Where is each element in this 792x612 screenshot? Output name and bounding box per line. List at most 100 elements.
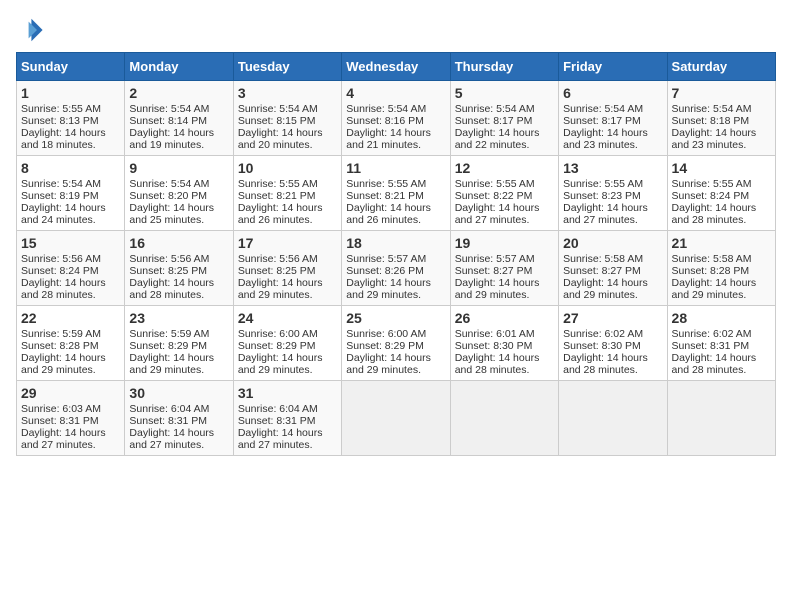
day-number: 3 bbox=[238, 85, 337, 101]
col-header-thursday: Thursday bbox=[450, 53, 558, 81]
day-info-line: Daylight: 14 hours bbox=[672, 202, 771, 214]
day-info-line: and 26 minutes. bbox=[346, 214, 445, 226]
day-info-line: Daylight: 14 hours bbox=[238, 127, 337, 139]
day-info-line: Daylight: 14 hours bbox=[21, 277, 120, 289]
day-info-line: Sunrise: 5:55 AM bbox=[238, 178, 337, 190]
day-info-line: Sunset: 8:15 PM bbox=[238, 115, 337, 127]
day-number: 16 bbox=[129, 235, 228, 251]
day-info-line: Daylight: 14 hours bbox=[21, 127, 120, 139]
day-info-line: Sunrise: 5:55 AM bbox=[21, 103, 120, 115]
day-info-line: and 28 minutes. bbox=[455, 364, 554, 376]
day-info-line: Sunset: 8:20 PM bbox=[129, 190, 228, 202]
day-info-line: and 29 minutes. bbox=[346, 364, 445, 376]
day-info-line: Sunset: 8:29 PM bbox=[129, 340, 228, 352]
day-info-line: Sunrise: 6:00 AM bbox=[238, 328, 337, 340]
calendar-cell: 6Sunrise: 5:54 AMSunset: 8:17 PMDaylight… bbox=[559, 81, 667, 156]
calendar-cell: 4Sunrise: 5:54 AMSunset: 8:16 PMDaylight… bbox=[342, 81, 450, 156]
calendar-cell bbox=[667, 381, 775, 456]
day-info-line: Daylight: 14 hours bbox=[21, 202, 120, 214]
calendar-cell: 29Sunrise: 6:03 AMSunset: 8:31 PMDayligh… bbox=[17, 381, 125, 456]
day-info-line: Sunrise: 6:02 AM bbox=[563, 328, 662, 340]
day-info-line: Daylight: 14 hours bbox=[21, 427, 120, 439]
day-number: 26 bbox=[455, 310, 554, 326]
calendar-cell: 14Sunrise: 5:55 AMSunset: 8:24 PMDayligh… bbox=[667, 156, 775, 231]
day-info-line: and 29 minutes. bbox=[238, 289, 337, 301]
day-info-line: Sunrise: 5:54 AM bbox=[672, 103, 771, 115]
day-info-line: Sunset: 8:28 PM bbox=[21, 340, 120, 352]
day-info-line: and 27 minutes. bbox=[455, 214, 554, 226]
calendar-cell: 22Sunrise: 5:59 AMSunset: 8:28 PMDayligh… bbox=[17, 306, 125, 381]
week-row-4: 22Sunrise: 5:59 AMSunset: 8:28 PMDayligh… bbox=[17, 306, 776, 381]
day-info-line: Daylight: 14 hours bbox=[238, 427, 337, 439]
calendar-cell: 19Sunrise: 5:57 AMSunset: 8:27 PMDayligh… bbox=[450, 231, 558, 306]
day-info-line: Sunrise: 5:55 AM bbox=[455, 178, 554, 190]
day-info-line: Daylight: 14 hours bbox=[672, 352, 771, 364]
day-info-line: Sunset: 8:30 PM bbox=[563, 340, 662, 352]
day-info-line: Sunrise: 5:55 AM bbox=[346, 178, 445, 190]
day-number: 5 bbox=[455, 85, 554, 101]
day-info-line: Daylight: 14 hours bbox=[563, 352, 662, 364]
week-row-1: 1Sunrise: 5:55 AMSunset: 8:13 PMDaylight… bbox=[17, 81, 776, 156]
day-info-line: Sunrise: 5:55 AM bbox=[672, 178, 771, 190]
day-info-line: Sunrise: 6:01 AM bbox=[455, 328, 554, 340]
day-info-line: and 27 minutes. bbox=[238, 439, 337, 451]
col-header-sunday: Sunday bbox=[17, 53, 125, 81]
calendar-cell: 1Sunrise: 5:55 AMSunset: 8:13 PMDaylight… bbox=[17, 81, 125, 156]
day-info-line: and 29 minutes. bbox=[21, 364, 120, 376]
day-info-line: and 28 minutes. bbox=[21, 289, 120, 301]
col-header-friday: Friday bbox=[559, 53, 667, 81]
day-info-line: Daylight: 14 hours bbox=[346, 277, 445, 289]
day-info-line: Sunset: 8:31 PM bbox=[238, 415, 337, 427]
week-row-2: 8Sunrise: 5:54 AMSunset: 8:19 PMDaylight… bbox=[17, 156, 776, 231]
day-info-line: Sunrise: 5:58 AM bbox=[563, 253, 662, 265]
day-number: 15 bbox=[21, 235, 120, 251]
calendar-cell bbox=[342, 381, 450, 456]
day-info-line: and 28 minutes. bbox=[563, 364, 662, 376]
day-info-line: Daylight: 14 hours bbox=[346, 352, 445, 364]
day-info-line: Daylight: 14 hours bbox=[672, 277, 771, 289]
day-info-line: Sunrise: 5:54 AM bbox=[346, 103, 445, 115]
day-info-line: and 29 minutes. bbox=[346, 289, 445, 301]
logo bbox=[16, 16, 48, 44]
day-info-line: Daylight: 14 hours bbox=[563, 127, 662, 139]
day-info-line: Sunset: 8:26 PM bbox=[346, 265, 445, 277]
calendar-cell: 23Sunrise: 5:59 AMSunset: 8:29 PMDayligh… bbox=[125, 306, 233, 381]
day-info-line: Sunrise: 5:56 AM bbox=[129, 253, 228, 265]
day-number: 29 bbox=[21, 385, 120, 401]
day-info-line: Sunrise: 5:54 AM bbox=[238, 103, 337, 115]
day-info-line: and 27 minutes. bbox=[129, 439, 228, 451]
day-info-line: Sunset: 8:23 PM bbox=[563, 190, 662, 202]
day-info-line: Daylight: 14 hours bbox=[455, 352, 554, 364]
day-number: 25 bbox=[346, 310, 445, 326]
day-number: 14 bbox=[672, 160, 771, 176]
day-info-line: Daylight: 14 hours bbox=[563, 277, 662, 289]
day-info-line: Daylight: 14 hours bbox=[129, 202, 228, 214]
calendar-cell bbox=[559, 381, 667, 456]
day-info-line: and 29 minutes. bbox=[563, 289, 662, 301]
day-info-line: Daylight: 14 hours bbox=[129, 427, 228, 439]
day-info-line: Sunset: 8:27 PM bbox=[455, 265, 554, 277]
day-number: 30 bbox=[129, 385, 228, 401]
day-info-line: Sunrise: 6:04 AM bbox=[129, 403, 228, 415]
calendar-cell: 12Sunrise: 5:55 AMSunset: 8:22 PMDayligh… bbox=[450, 156, 558, 231]
day-info-line: Sunrise: 5:57 AM bbox=[455, 253, 554, 265]
day-info-line: Sunrise: 6:02 AM bbox=[672, 328, 771, 340]
day-info-line: Sunset: 8:17 PM bbox=[563, 115, 662, 127]
day-info-line: Daylight: 14 hours bbox=[346, 127, 445, 139]
calendar-cell: 13Sunrise: 5:55 AMSunset: 8:23 PMDayligh… bbox=[559, 156, 667, 231]
day-info-line: and 18 minutes. bbox=[21, 139, 120, 151]
day-info-line: and 23 minutes. bbox=[563, 139, 662, 151]
day-number: 12 bbox=[455, 160, 554, 176]
day-info-line: Sunset: 8:29 PM bbox=[238, 340, 337, 352]
day-number: 9 bbox=[129, 160, 228, 176]
day-number: 8 bbox=[21, 160, 120, 176]
day-info-line: Daylight: 14 hours bbox=[672, 127, 771, 139]
calendar-cell: 16Sunrise: 5:56 AMSunset: 8:25 PMDayligh… bbox=[125, 231, 233, 306]
day-info-line: and 29 minutes. bbox=[238, 364, 337, 376]
day-info-line: Daylight: 14 hours bbox=[129, 277, 228, 289]
calendar-cell: 7Sunrise: 5:54 AMSunset: 8:18 PMDaylight… bbox=[667, 81, 775, 156]
day-info-line: and 19 minutes. bbox=[129, 139, 228, 151]
day-info-line: and 28 minutes. bbox=[672, 214, 771, 226]
day-number: 18 bbox=[346, 235, 445, 251]
day-info-line: Daylight: 14 hours bbox=[455, 127, 554, 139]
